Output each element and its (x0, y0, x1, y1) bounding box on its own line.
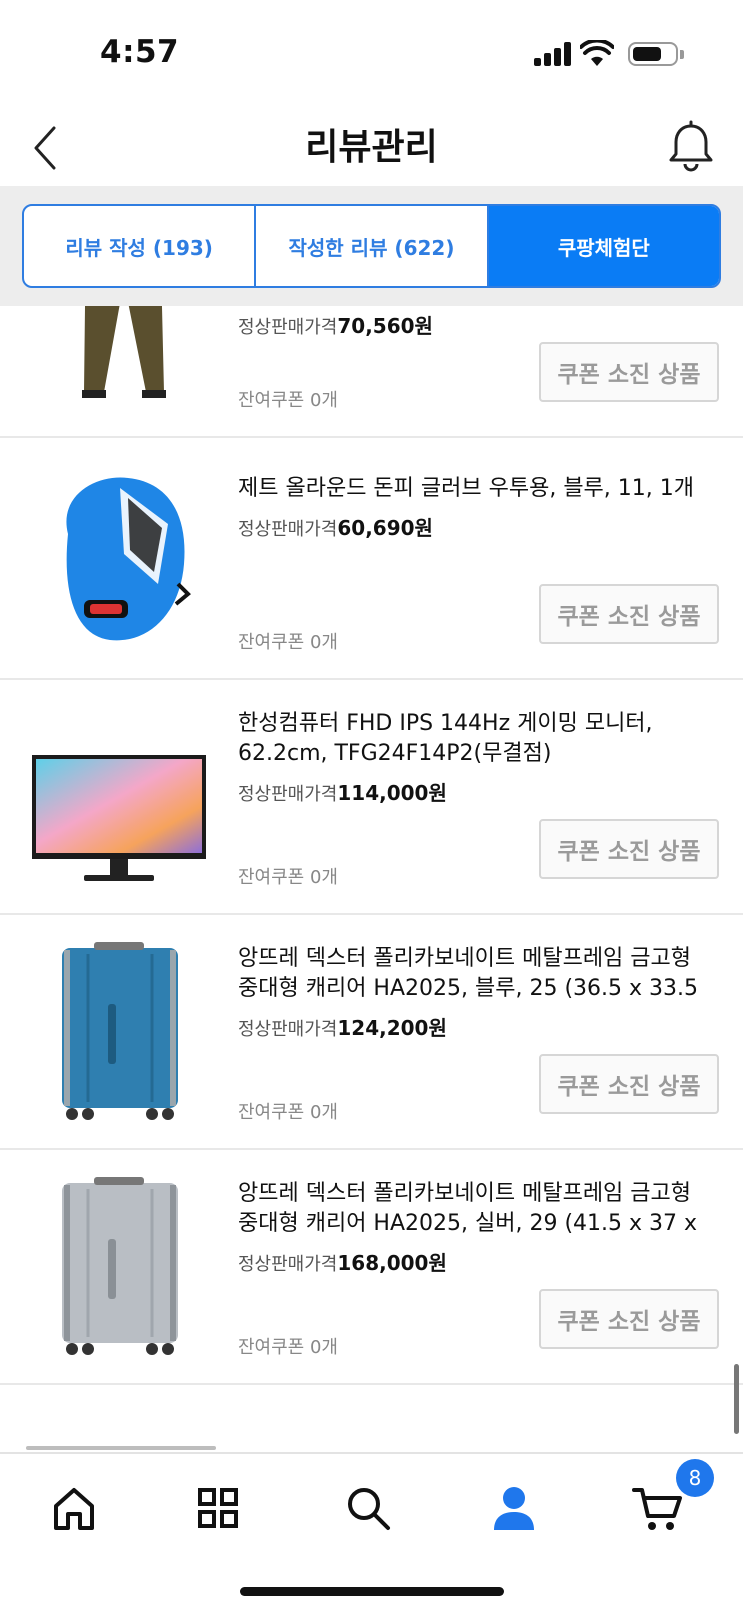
price-row: 정상판매가격60,690원 (238, 512, 433, 541)
wifi-icon (580, 40, 614, 66)
tab-bar: 리뷰 작성 (193) 작성한 리뷰 (622) 쿠팡체험단 (0, 186, 743, 306)
horizontal-scroll-indicator (26, 1446, 216, 1450)
home-indicator[interactable] (240, 1587, 504, 1596)
coupon-exhausted-button[interactable]: 쿠폰 소진 상품 (539, 342, 719, 402)
status-bar: 4:57 (0, 0, 743, 110)
price-label: 정상판매가격 (238, 519, 338, 540)
coupon-exhausted-button[interactable]: 쿠폰 소진 상품 (539, 819, 719, 879)
price-row: 정상판매가격114,000원 (238, 777, 447, 806)
search-icon[interactable] (338, 1478, 398, 1538)
blue-suitcase-image (62, 942, 178, 1120)
remaining-coupon: 잔여쿠폰 0개 (238, 632, 338, 653)
price-value: 70,560원 (337, 314, 433, 338)
remaining-coupon: 잔여쿠폰 0개 (238, 1337, 338, 1358)
baseball-glove-image (66, 477, 191, 641)
product-name[interactable]: 앙뜨레 덱스터 폴리카보네이트 메탈프레임 금고형 중대형 캐리어 HA2025… (238, 1179, 718, 1239)
coupon-exhausted-button[interactable]: 쿠폰 소진 상품 (539, 584, 719, 644)
product-name[interactable]: 한성컴퓨터 FHD IPS 144Hz 게이밍 모니터, 62.2cm, TFG… (238, 709, 718, 769)
notification-bell-icon[interactable] (666, 120, 716, 172)
price-row: 정상판매가격70,560원 (238, 310, 433, 339)
price-label: 정상판매가격 (238, 1254, 338, 1275)
battery-tip (680, 50, 684, 59)
status-time: 4:57 (100, 34, 180, 70)
price-label: 정상판매가격 (238, 317, 338, 338)
remaining-coupon: 잔여쿠폰 0개 (238, 1102, 338, 1123)
list-item: 앙뜨레 덱스터 폴리카보네이트 메탈프레임 금고형 중대형 캐리어 HA2025… (0, 1143, 743, 1385)
scrollbar[interactable] (734, 1364, 739, 1434)
app-header: 리뷰관리 (0, 110, 743, 186)
tab-written-reviews[interactable]: 작성한 리뷰 (622) (254, 206, 486, 286)
price-row: 정상판매가격168,000원 (238, 1247, 447, 1276)
gaming-monitor-image (32, 755, 206, 881)
coupon-exhausted-button[interactable]: 쿠폰 소진 상품 (539, 1289, 719, 1349)
price-row: 정상판매가격124,200원 (238, 1012, 447, 1041)
page-title: 리뷰관리 (305, 127, 438, 168)
list-item: 앙뜨레 덱스터 폴리카보네이트 메탈프레임 금고형 중대형 캐리어 HA2025… (0, 908, 743, 1150)
home-icon[interactable] (44, 1478, 104, 1538)
price-value: 114,000원 (337, 781, 447, 805)
profile-icon[interactable] (484, 1478, 544, 1538)
grid-icon[interactable] (188, 1478, 248, 1538)
tab-experience-group[interactable]: 쿠팡체험단 (486, 206, 719, 286)
price-label: 정상판매가격 (238, 1019, 338, 1040)
silver-suitcase-image (62, 1177, 178, 1355)
price-label: 정상판매가격 (238, 784, 338, 805)
cart-count-badge: 8 (676, 1459, 714, 1497)
list-item: 제트 올라운드 돈피 글러브 우투용, 블루, 11, 1개 정상판매가격60,… (0, 438, 743, 680)
price-value: 60,690원 (337, 516, 433, 540)
price-value: 124,200원 (337, 1016, 447, 1040)
remaining-coupon: 잔여쿠폰 0개 (238, 867, 338, 888)
list-item: 정상판매가격70,560원 쿠폰 소진 상품 잔여쿠폰 0개 (0, 306, 743, 438)
coupon-exhausted-button[interactable]: 쿠폰 소진 상품 (539, 1054, 719, 1114)
review-tabs: 리뷰 작성 (193) 작성한 리뷰 (622) 쿠팡체험단 (22, 204, 721, 288)
list-item: 한성컴퓨터 FHD IPS 144Hz 게이밍 모니터, 62.2cm, TFG… (0, 673, 743, 915)
battery-icon (628, 42, 678, 66)
product-name[interactable]: 제트 올라운드 돈피 글러브 우투용, 블루, 11, 1개 (238, 474, 718, 504)
remaining-coupon: 잔여쿠폰 0개 (238, 390, 338, 411)
cargo-pants-image (82, 306, 166, 398)
product-list: 정상판매가격70,560원 쿠폰 소진 상품 잔여쿠폰 0개 제트 올라운드 돈… (0, 306, 743, 1452)
product-name[interactable]: 앙뜨레 덱스터 폴리카보네이트 메탈프레임 금고형 중대형 캐리어 HA2025… (238, 944, 718, 1004)
signal-icon (534, 42, 574, 66)
tab-write-review[interactable]: 리뷰 작성 (193) (24, 206, 254, 286)
price-value: 168,000원 (337, 1251, 447, 1275)
